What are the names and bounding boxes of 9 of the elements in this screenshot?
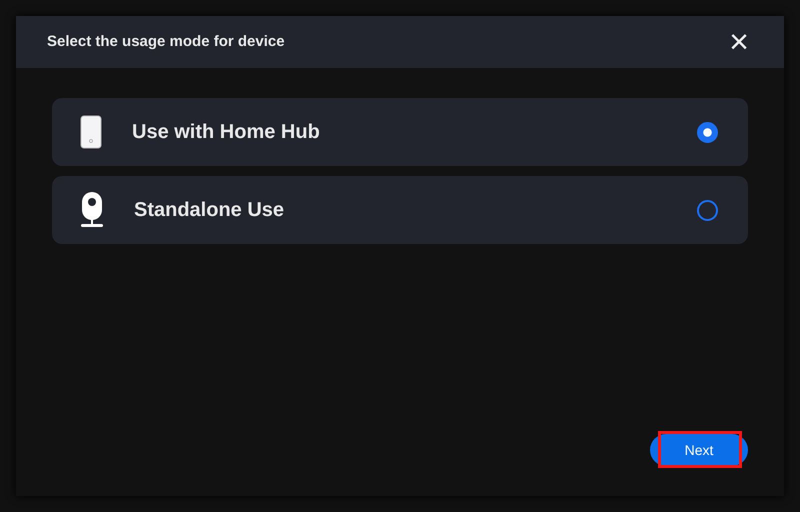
dialog-title: Select the usage mode for device: [47, 32, 285, 52]
camera-icon: [80, 192, 104, 228]
next-button[interactable]: Next: [650, 434, 748, 466]
mode-option[interactable]: Standalone Use: [52, 176, 748, 244]
radio-button[interactable]: [697, 200, 718, 220]
close-button[interactable]: ×: [725, 25, 753, 59]
hub-icon: [80, 115, 102, 149]
radio-button[interactable]: [697, 122, 718, 142]
mode-option[interactable]: Use with Home Hub: [52, 98, 748, 166]
